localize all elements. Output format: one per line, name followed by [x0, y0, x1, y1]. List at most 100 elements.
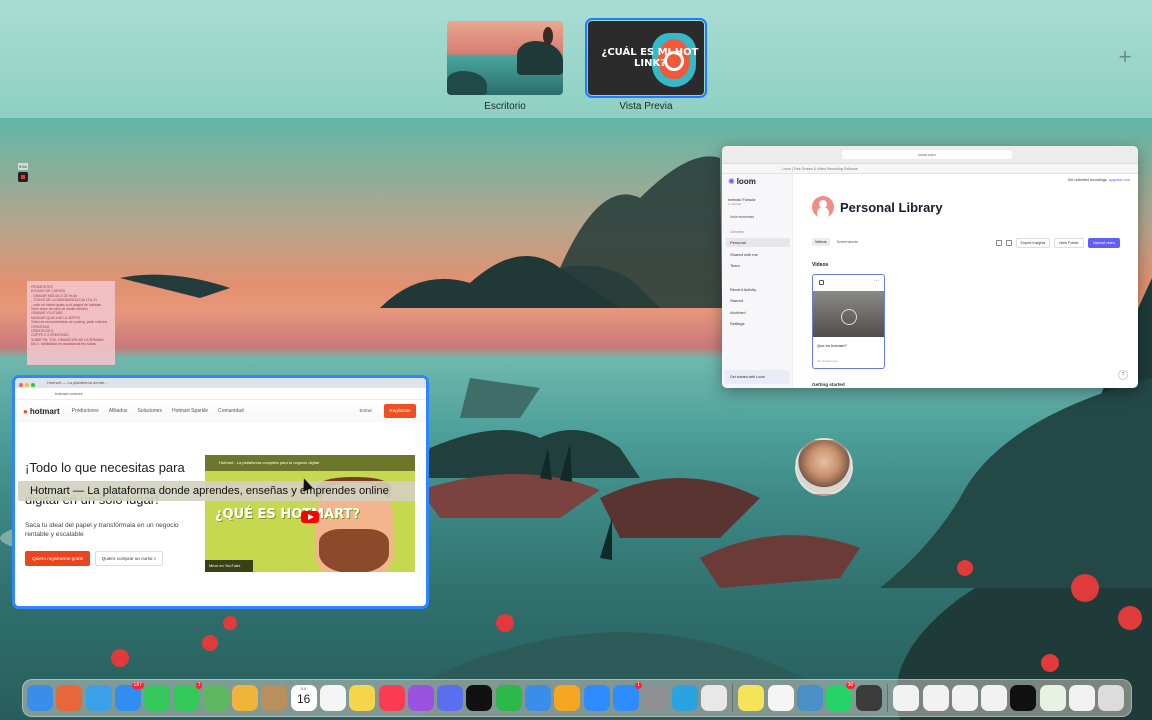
plus-icon[interactable]: + [1116, 46, 1134, 68]
doc-thumb-icon[interactable] [951, 685, 978, 711]
nav-link[interactable]: Afiliados [109, 408, 128, 414]
appletv-icon[interactable] [466, 685, 493, 711]
doc-thumb-icon[interactable] [1010, 685, 1037, 711]
dock-separator [886, 684, 888, 712]
sidebar-item-team[interactable]: Team [726, 261, 790, 270]
upgrade-banner[interactable]: Get unlimited recordings. Upgrade now [1068, 178, 1130, 182]
loom-browser-window[interactable]: loom.com Loom | Free Screen & Video Reco… [722, 146, 1138, 388]
list-view-icon[interactable] [1005, 240, 1012, 246]
tab-screenshots[interactable]: Screenshots [837, 240, 858, 244]
calendar-icon[interactable]: JUL 16 [290, 685, 317, 711]
safari-icon[interactable] [85, 685, 112, 711]
doc-thumb-icon[interactable] [893, 685, 920, 711]
keynote-icon[interactable] [525, 685, 552, 711]
trash-icon[interactable] [1098, 685, 1125, 711]
get-started-button[interactable]: Get started with Loom [724, 370, 790, 384]
browser-tab[interactable]: Hotmart — La plataforma donde... [47, 380, 107, 385]
address-bar[interactable]: loom.com [842, 150, 1012, 159]
nav-link[interactable]: Hotmart Sparkle [172, 408, 208, 414]
nav-link[interactable]: Soluciones [138, 408, 162, 414]
video-meta: 44 minutes ago [817, 359, 838, 363]
sidebar-item-personal[interactable]: Personal [726, 238, 790, 248]
zoom-icon[interactable] [583, 685, 610, 711]
nav-link[interactable]: Productores [72, 408, 99, 414]
photos-icon[interactable] [232, 685, 259, 711]
space-thumbnail: ¿CUÁL ES MI HOT LINK? [585, 18, 707, 98]
grid-view-icon[interactable] [995, 240, 1002, 246]
invite-teammates-link[interactable]: Invite teammates [730, 215, 754, 219]
space-vista-previa[interactable]: ¿CUÁL ES MI HOT LINK? Vista Previa [585, 18, 707, 112]
more-options-icon[interactable]: ··· [874, 278, 879, 284]
new-folder-button[interactable]: New Folder [1054, 238, 1084, 248]
telegram-icon[interactable] [671, 685, 698, 711]
youtube-video-embed[interactable]: Hotmart - La plataforma completa para tu… [205, 455, 415, 572]
doc-thumb-icon[interactable] [922, 685, 949, 711]
sidebar-item-archived[interactable]: Archived [726, 308, 790, 317]
messages-icon[interactable]: 1 [173, 682, 203, 711]
record-stop-icon[interactable] [18, 172, 28, 182]
podcasts-icon[interactable] [407, 685, 434, 711]
watch-on-youtube-button[interactable]: Mirar en YouTube [205, 560, 253, 572]
webcam-bubble[interactable] [795, 438, 853, 496]
chrome-icon[interactable] [700, 685, 727, 711]
sidebar-item-recent-activity[interactable]: Recent Activity [726, 285, 790, 294]
notification-badge: 187 [131, 682, 144, 689]
nav-link[interactable]: Comunidad [218, 408, 244, 414]
menu-clock: 9:54 [18, 163, 28, 170]
loom-nav: Libraries Personal Shared with me Team R… [726, 228, 790, 331]
sidebar-item-settings[interactable]: Settings [726, 319, 790, 328]
upload-video-button[interactable]: Upload video [1087, 238, 1120, 248]
register-free-button[interactable]: Quiero registrarme gratis [25, 551, 90, 566]
help-icon[interactable]: ? [1118, 370, 1128, 380]
login-link[interactable]: Entrar [359, 408, 372, 413]
space-escritorio[interactable]: Escritorio [447, 21, 563, 112]
doc-thumb-icon[interactable] [981, 685, 1008, 711]
workspace-switcher[interactable]: metodo Fulsula 1 member [728, 197, 755, 206]
music-icon[interactable] [378, 685, 405, 711]
select-checkbox[interactable] [819, 280, 824, 285]
finder-icon[interactable] [27, 685, 53, 711]
video-card[interactable]: ··· Que es hotmart? 44 minutes ago [812, 274, 885, 369]
launchpad-icon[interactable] [56, 685, 83, 711]
mail-icon[interactable]: 187 [114, 682, 144, 711]
video-thumbnail[interactable] [813, 291, 884, 337]
contacts-icon[interactable] [261, 685, 288, 711]
stickies-icon[interactable] [738, 685, 765, 711]
mission-control-spaces-bar: Escritorio ¿CUÁL ES MI HOT LINK? Vista P… [0, 0, 1152, 118]
maps-icon[interactable] [202, 685, 229, 711]
address-bar[interactable]: hotmart.com/es [15, 388, 426, 400]
window-controls[interactable] [19, 381, 37, 391]
tab-videos[interactable]: Videos [812, 238, 830, 246]
appstore-icon[interactable]: 1 [612, 682, 642, 711]
upgrade-link[interactable]: Upgrade now [1109, 178, 1130, 182]
loom-logo[interactable]: loom [728, 177, 756, 186]
facetime-icon[interactable] [144, 685, 171, 711]
browser-tab[interactable]: Loom | Free Screen & Video Recording Sof… [722, 164, 1138, 174]
export-insights-button[interactable]: Export insights [1015, 238, 1051, 248]
reminders-icon[interactable] [319, 685, 346, 711]
perplexity-icon[interactable] [437, 685, 464, 711]
sidebar-item-starred[interactable]: Starred [726, 296, 790, 305]
space-thumbnail [447, 21, 563, 95]
settings-icon[interactable] [642, 685, 669, 711]
doc-thumb-icon[interactable] [1068, 685, 1095, 711]
register-button[interactable]: Regístrate [384, 404, 416, 418]
hotmart-logo[interactable]: hotmart [23, 407, 60, 416]
sticky-line: Dia 1: Meditacion en abundancia frio sul… [31, 342, 96, 347]
hero-subtitle: Saca tu ideal del papel y transfórmala e… [25, 522, 179, 538]
whatsapp-icon[interactable]: 30 [826, 682, 856, 711]
preview-icon[interactable] [797, 685, 824, 711]
sticky-note[interactable]: PENDIENTES ESTADO DE CUENTA - GRAVAR MÓD… [27, 281, 115, 365]
numbers-icon[interactable] [495, 685, 522, 711]
video-title[interactable]: Que es hotmart? [817, 343, 847, 348]
textedit-icon[interactable] [767, 685, 794, 711]
browser-toolbar: loom.com [722, 146, 1138, 164]
youtube-play-icon[interactable] [301, 511, 319, 523]
pages-icon[interactable] [554, 685, 581, 711]
sidebar-item-shared[interactable]: Shared with me [726, 250, 790, 259]
quicktime-icon[interactable] [855, 685, 882, 711]
notes-icon[interactable] [349, 685, 376, 711]
space-label: Vista Previa [619, 101, 673, 112]
buy-course-button[interactable]: Quiero comprar un curso ⌕ [95, 551, 163, 566]
doc-thumb-icon[interactable] [1039, 685, 1066, 711]
